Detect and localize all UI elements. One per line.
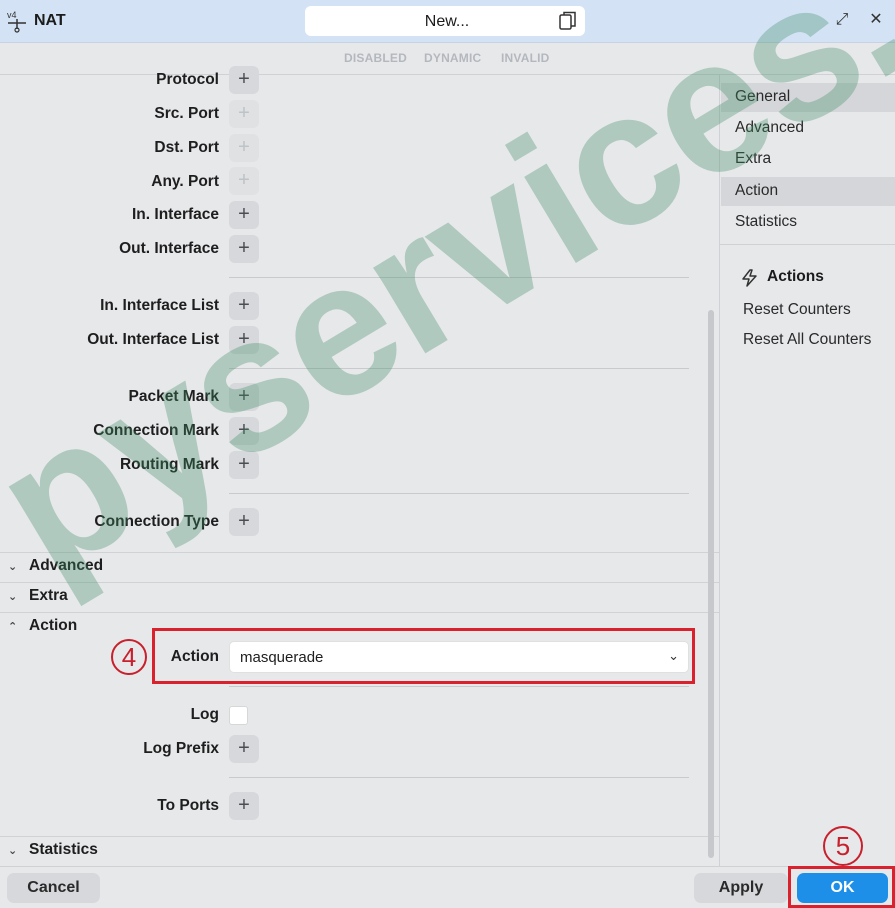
separator (229, 368, 689, 369)
nav-statistics-label: Statistics (735, 213, 798, 230)
footer-divider (0, 866, 895, 867)
chevron-down-icon: ⌄ (8, 561, 18, 573)
flag-dynamic[interactable]: DYNAMIC (424, 51, 481, 65)
chevron-up-icon: ⌃ (8, 621, 18, 633)
reset-counters-link[interactable]: Reset Counters (743, 301, 851, 319)
section-statistics-label: Statistics (29, 841, 98, 858)
rule-name-input[interactable] (305, 6, 589, 38)
annotation-box-ok (788, 866, 895, 908)
annotation-box-action (152, 628, 695, 684)
dst-port-label: Dst. Port (154, 139, 219, 156)
chevron-down-icon: ⌄ (8, 845, 18, 857)
lightning-icon (742, 269, 757, 287)
panel-separator (720, 244, 895, 245)
actions-title: Actions (767, 268, 824, 285)
nat-v4-icon: v4 (7, 10, 26, 33)
routing-mark-add-button[interactable]: + (229, 451, 259, 479)
protocol-label: Protocol (156, 71, 219, 88)
copy-icon[interactable] (559, 11, 577, 31)
nav-advanced-label: Advanced (735, 119, 804, 136)
connection-mark-label: Connection Mark (93, 422, 219, 439)
nav-statistics[interactable]: Statistics (721, 208, 895, 237)
title-bar: v4 NAT ⤢ ✕ (0, 0, 895, 43)
nav-general[interactable]: General (721, 83, 895, 112)
in-interface-add-button[interactable]: + (229, 201, 259, 229)
packet-mark-add-button[interactable]: + (229, 383, 259, 411)
log-label: Log (190, 706, 219, 723)
connection-type-label: Connection Type (94, 513, 219, 530)
status-flags: DISABLED DYNAMIC INVALID (0, 51, 895, 67)
chevron-down-icon: ⌄ (8, 591, 18, 603)
flag-disabled[interactable]: DISABLED (344, 51, 407, 65)
panel-divider (719, 75, 720, 866)
header-divider (0, 74, 895, 75)
separator (229, 493, 689, 494)
protocol-add-button[interactable]: + (229, 66, 259, 94)
reset-all-counters-link[interactable]: Reset All Counters (743, 331, 871, 349)
src-port-label: Src. Port (154, 105, 219, 122)
expand-icon[interactable]: ⤢ (833, 11, 851, 29)
section-divider (0, 612, 719, 613)
rule-name-field[interactable] (305, 6, 589, 38)
in-interface-list-add-button[interactable]: + (229, 292, 259, 320)
to-ports-label: To Ports (157, 797, 219, 814)
section-action-label: Action (29, 617, 78, 634)
separator (229, 277, 689, 278)
section-divider (0, 552, 719, 553)
nav-general-label: General (735, 88, 791, 105)
separator (229, 777, 689, 778)
section-extra-label: Extra (29, 587, 68, 604)
section-divider (0, 582, 719, 583)
out-interface-label: Out. Interface (119, 240, 219, 257)
section-advanced-label: Advanced (29, 557, 104, 574)
connection-type-add-button[interactable]: + (229, 508, 259, 536)
nav-advanced[interactable]: Advanced (721, 114, 895, 143)
nav-extra[interactable]: Extra (721, 145, 895, 174)
routing-mark-label: Routing Mark (119, 456, 219, 473)
close-icon[interactable]: ✕ (867, 11, 885, 29)
log-prefix-label: Log Prefix (143, 740, 219, 757)
in-interface-list-label: In. Interface List (100, 297, 219, 314)
src-port-add-button[interactable]: + (229, 100, 259, 128)
packet-mark-label: Packet Mark (128, 388, 219, 405)
dst-port-add-button[interactable]: + (229, 134, 259, 162)
cancel-button[interactable]: Cancel (7, 873, 100, 903)
form-scrollbar[interactable] (708, 310, 714, 858)
nav-action[interactable]: Action (721, 177, 895, 206)
apply-button[interactable]: Apply (694, 873, 788, 903)
in-interface-label: In. Interface (132, 206, 219, 223)
nav-extra-label: Extra (735, 150, 772, 167)
section-divider (0, 836, 719, 837)
out-interface-add-button[interactable]: + (229, 235, 259, 263)
flag-invalid[interactable]: INVALID (501, 51, 550, 65)
annotation-step-5: 5 (823, 826, 863, 866)
section-action[interactable]: ⌃ Action (8, 617, 77, 635)
log-prefix-add-button[interactable]: + (229, 735, 259, 763)
log-checkbox[interactable] (229, 706, 248, 725)
section-statistics[interactable]: ⌄ Statistics (8, 841, 98, 859)
section-advanced[interactable]: ⌄ Advanced (8, 557, 103, 575)
app-title: NAT (34, 12, 66, 29)
annotation-step-4: 4 (111, 639, 147, 675)
svg-text:v4: v4 (7, 10, 17, 20)
connection-mark-add-button[interactable]: + (229, 417, 259, 445)
out-interface-list-add-button[interactable]: + (229, 326, 259, 354)
nav-action-label: Action (735, 182, 779, 199)
out-interface-list-label: Out. Interface List (87, 331, 219, 348)
to-ports-add-button[interactable]: + (229, 792, 259, 820)
separator (229, 686, 689, 687)
any-port-add-button[interactable]: + (229, 167, 259, 195)
any-port-label: Any. Port (151, 173, 219, 190)
section-extra[interactable]: ⌄ Extra (8, 587, 68, 605)
